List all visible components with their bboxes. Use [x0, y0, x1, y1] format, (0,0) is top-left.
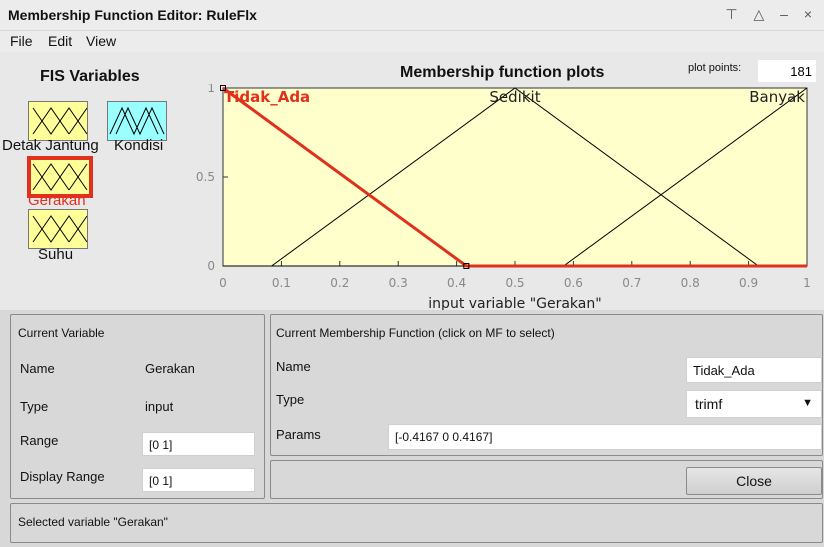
x-tick-label: 0.9 [739, 276, 758, 290]
mf-thumbnail-icon [31, 160, 89, 194]
status-text: Selected variable "Gerakan" [18, 515, 168, 529]
plot-points-label: plot points: [688, 62, 742, 74]
menu-edit[interactable]: Edit [48, 33, 72, 49]
variable-box-detak-jantung[interactable] [28, 101, 88, 141]
cv-type-label: Type [20, 399, 49, 414]
variable-label-suhu: Suhu [38, 246, 74, 263]
current-mf-heading: Current Membership Function (click on MF… [276, 326, 555, 340]
y-tick-label: 0 [207, 259, 215, 273]
menu-file[interactable]: File [10, 33, 33, 49]
mf-label-tidak_ada: Tidak_Ada [224, 88, 310, 106]
y-tick-label: 0.5 [196, 170, 215, 184]
variable-label-kondisi: Kondisi [114, 137, 164, 154]
mf-name-input[interactable]: Tidak_Ada [686, 357, 822, 383]
mf-label-banyak: Banyak [749, 88, 805, 106]
cv-name-value: Gerakan [145, 361, 195, 376]
mf-thumbnail-icon [29, 210, 88, 248]
x-tick-label: 1 [803, 276, 811, 290]
window-controls[interactable]: ⊤ △ – × [725, 6, 818, 23]
chevron-down-icon: ▼ [802, 397, 813, 409]
cv-display-range-label: Display Range [20, 469, 105, 484]
cv-range-label: Range [20, 433, 59, 448]
current-variable-heading: Current Variable [18, 326, 105, 340]
mf-params-input[interactable]: [-0.4167 0 0.4167] [388, 424, 822, 450]
variable-label-detak-jantung: Detak Jantung [2, 137, 99, 154]
fis-variables-heading: FIS Variables [40, 68, 140, 85]
x-tick-label: 0.8 [681, 276, 700, 290]
x-tick-label: 0.5 [505, 276, 524, 290]
mf-type-label: Type [276, 392, 305, 407]
y-tick-label: 1 [207, 84, 215, 95]
variable-box-suhu[interactable] [28, 209, 88, 249]
menu-view[interactable]: View [86, 33, 116, 49]
cv-name-label: Name [20, 361, 55, 376]
mf-thumbnail-icon [29, 102, 88, 140]
plot-title: Membership function plots [400, 64, 605, 81]
x-tick-label: 0.3 [389, 276, 408, 290]
mf-type-select[interactable]: trimf ▼ [686, 390, 822, 418]
mf-label-sedikit: Sedikit [489, 88, 540, 106]
x-tick-label: 0 [219, 276, 227, 290]
variable-box-kondisi[interactable] [107, 101, 167, 141]
cv-type-value: input [145, 399, 174, 414]
x-tick-label: 0.4 [447, 276, 466, 290]
menu-bar [0, 30, 824, 52]
x-tick-label: 0.2 [330, 276, 349, 290]
plot-background [222, 87, 808, 267]
close-button[interactable]: Close [686, 467, 822, 495]
display-range-input[interactable]: [0 1] [142, 468, 255, 492]
mf-type-value: trimf [695, 396, 723, 412]
x-tick-label: 0.1 [272, 276, 291, 290]
variable-label-gerakan: Gerakan [28, 192, 86, 209]
mf-params-label: Params [276, 427, 321, 442]
x-tick-label: 0.7 [622, 276, 641, 290]
mf-thumbnail-icon [108, 102, 166, 140]
window-title: Membership Function Editor: RuleFlx [8, 7, 257, 23]
plot-points-input[interactable] [758, 60, 816, 82]
range-input[interactable]: [0 1] [142, 432, 255, 456]
mf-name-label: Name [276, 359, 311, 374]
membership-function-plot[interactable]: 00.510 0.1 0.2 0.3 0.4 0.5 0.6 0.7 0.8 0.9 1input … [190, 84, 820, 314]
x-tick-label: 0.6 [564, 276, 583, 290]
